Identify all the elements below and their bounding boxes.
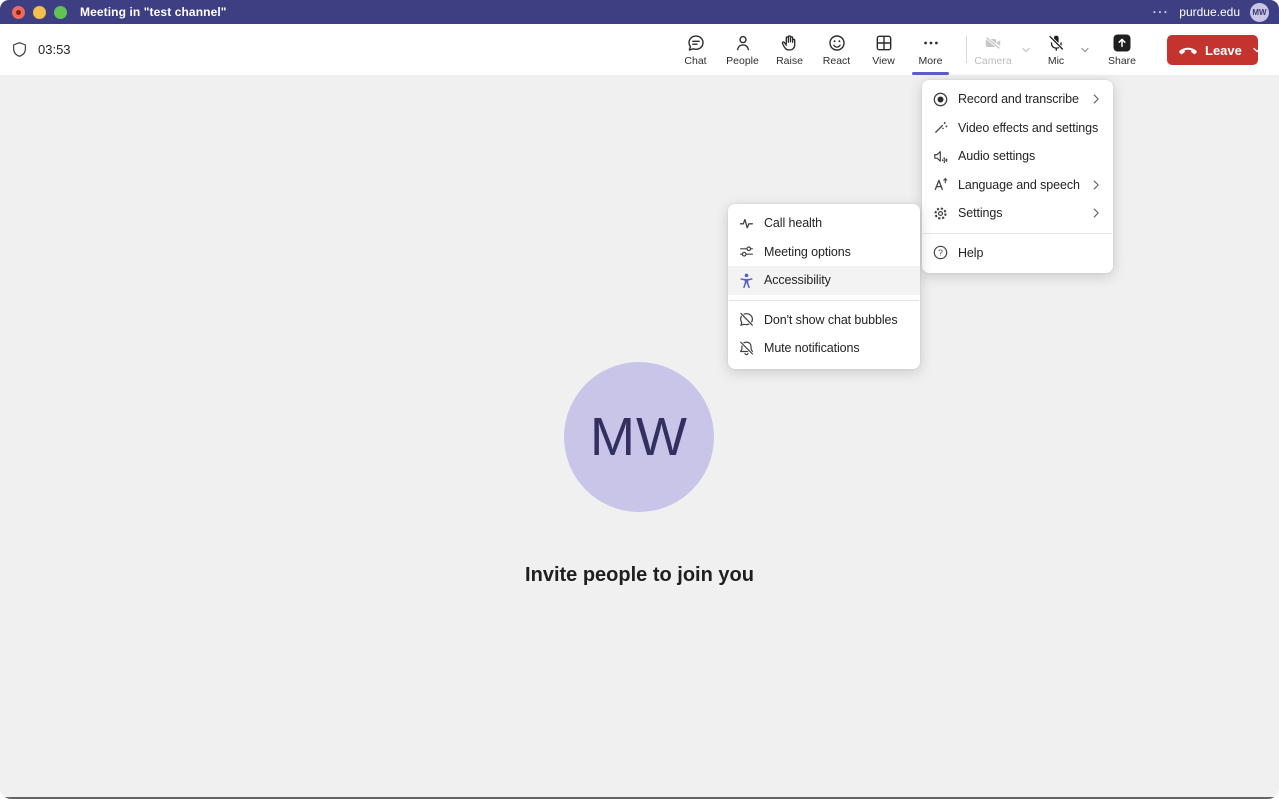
translate-icon bbox=[932, 176, 949, 193]
tab-raise[interactable]: Raise bbox=[766, 24, 813, 75]
menu-item-settings[interactable]: Settings bbox=[922, 199, 1113, 228]
menu-item-label: Call health bbox=[764, 216, 822, 230]
leave-button-group: Leave bbox=[1167, 35, 1258, 65]
leave-options-chevron[interactable] bbox=[1251, 35, 1263, 65]
camera-off-icon bbox=[983, 33, 1003, 53]
tab-view-label: View bbox=[872, 55, 895, 67]
window-title: Meeting in "test channel" bbox=[80, 5, 227, 19]
menu-item-label: Audio settings bbox=[958, 149, 1035, 163]
zoom-window-button[interactable] bbox=[54, 6, 67, 19]
share-screen-icon bbox=[1112, 33, 1132, 53]
magic-wand-icon bbox=[932, 119, 949, 136]
meeting-timer-group: 03:53 bbox=[11, 24, 71, 75]
mic-control: Mic bbox=[1036, 24, 1094, 75]
record-icon bbox=[932, 91, 949, 108]
bell-off-icon bbox=[738, 340, 755, 357]
menu-item-label: Language and speech bbox=[958, 178, 1080, 192]
menu-item-label: Accessibility bbox=[764, 273, 831, 287]
hang-up-icon bbox=[1178, 44, 1198, 57]
traffic-lights bbox=[12, 6, 67, 19]
tab-more-label: More bbox=[919, 55, 943, 67]
meeting-timer: 03:53 bbox=[38, 42, 71, 57]
more-ellipsis-icon bbox=[921, 33, 941, 53]
camera-label: Camera bbox=[974, 55, 1011, 67]
svg-text:?: ? bbox=[938, 248, 943, 258]
tab-people[interactable]: People bbox=[719, 24, 766, 75]
menu-item-mute-notifications[interactable]: Mute notifications bbox=[728, 334, 920, 363]
raise-hand-icon bbox=[780, 33, 800, 53]
menu-item-label: Mute notifications bbox=[764, 341, 859, 355]
leave-label: Leave bbox=[1205, 43, 1242, 58]
participant-avatar: MW bbox=[564, 362, 714, 512]
menu-item-language-and-speech[interactable]: Language and speech bbox=[922, 171, 1113, 200]
mic-off-icon bbox=[1046, 33, 1066, 53]
camera-button[interactable]: Camera bbox=[969, 24, 1017, 75]
share-label: Share bbox=[1108, 55, 1136, 67]
menu-item-help[interactable]: ? Help bbox=[922, 239, 1113, 268]
tab-react-label: React bbox=[823, 55, 850, 67]
tab-react[interactable]: React bbox=[813, 24, 860, 75]
mic-button[interactable]: Mic bbox=[1036, 24, 1076, 75]
menu-divider bbox=[729, 300, 919, 301]
tab-view[interactable]: View bbox=[860, 24, 907, 75]
menu-item-label: Record and transcribe bbox=[958, 92, 1079, 106]
menu-item-label: Help bbox=[958, 246, 983, 260]
more-submenu: Call health Meeting options Accessibilit… bbox=[728, 204, 920, 369]
invite-prompt: Invite people to join you bbox=[0, 564, 1279, 587]
menu-item-label: Don't show chat bubbles bbox=[764, 313, 898, 327]
menu-item-call-health[interactable]: Call health bbox=[728, 209, 920, 238]
question-circle-icon: ? bbox=[932, 244, 949, 261]
account-domain: purdue.edu bbox=[1179, 5, 1240, 19]
tab-more[interactable]: More bbox=[907, 24, 954, 75]
chevron-right-icon bbox=[1089, 206, 1103, 220]
tab-chat[interactable]: Chat bbox=[672, 24, 719, 75]
minimize-window-button[interactable] bbox=[33, 6, 46, 19]
camera-options-chevron[interactable] bbox=[1017, 24, 1035, 75]
share-button[interactable]: Share bbox=[1100, 24, 1144, 75]
tab-chat-label: Chat bbox=[684, 55, 706, 67]
menu-item-accessibility[interactable]: Accessibility bbox=[728, 266, 920, 295]
mic-options-chevron[interactable] bbox=[1076, 24, 1094, 75]
menu-item-label: Meeting options bbox=[764, 245, 851, 259]
participant-initials: MW bbox=[590, 406, 688, 468]
menu-item-audio-settings[interactable]: Audio settings bbox=[922, 142, 1113, 171]
tab-raise-label: Raise bbox=[776, 55, 803, 67]
chevron-right-icon bbox=[1089, 92, 1103, 106]
chat-icon bbox=[686, 33, 706, 53]
menu-item-meeting-options[interactable]: Meeting options bbox=[728, 238, 920, 267]
account-avatar[interactable]: MW bbox=[1250, 3, 1269, 22]
menu-item-label: Video effects and settings bbox=[958, 121, 1098, 135]
menu-item-video-effects[interactable]: Video effects and settings bbox=[922, 114, 1113, 143]
leave-button[interactable]: Leave bbox=[1167, 35, 1251, 65]
view-grid-icon bbox=[874, 33, 894, 53]
titlebar: Meeting in "test channel" ··· purdue.edu… bbox=[0, 0, 1279, 24]
mic-label: Mic bbox=[1048, 55, 1064, 67]
sliders-icon bbox=[738, 243, 755, 260]
titlebar-overflow-icon[interactable]: ··· bbox=[1153, 5, 1170, 19]
close-window-button[interactable] bbox=[12, 6, 25, 19]
toolbar-divider bbox=[966, 36, 967, 63]
toolbar-tabs: Chat People Raise React bbox=[672, 24, 954, 75]
shield-icon bbox=[11, 41, 28, 58]
more-menu: Record and transcribe Video effects and … bbox=[922, 80, 1113, 273]
menu-divider bbox=[923, 233, 1112, 234]
accessibility-icon bbox=[738, 272, 755, 289]
pulse-icon bbox=[738, 215, 755, 232]
camera-control: Camera bbox=[969, 24, 1035, 75]
teams-meeting-window: Meeting in "test channel" ··· purdue.edu… bbox=[0, 0, 1279, 799]
people-icon bbox=[733, 33, 753, 53]
chat-bubble-off-icon bbox=[738, 311, 755, 328]
meeting-toolbar: 03:53 Chat People Raise bbox=[0, 24, 1279, 75]
chevron-right-icon bbox=[1089, 178, 1103, 192]
react-smiley-icon bbox=[827, 33, 847, 53]
gear-icon bbox=[932, 205, 949, 222]
menu-item-label: Settings bbox=[958, 206, 1002, 220]
tab-people-label: People bbox=[726, 55, 759, 67]
menu-item-record-and-transcribe[interactable]: Record and transcribe bbox=[922, 85, 1113, 114]
menu-item-dont-show-chat-bubbles[interactable]: Don't show chat bubbles bbox=[728, 306, 920, 335]
speaker-settings-icon bbox=[932, 148, 949, 165]
